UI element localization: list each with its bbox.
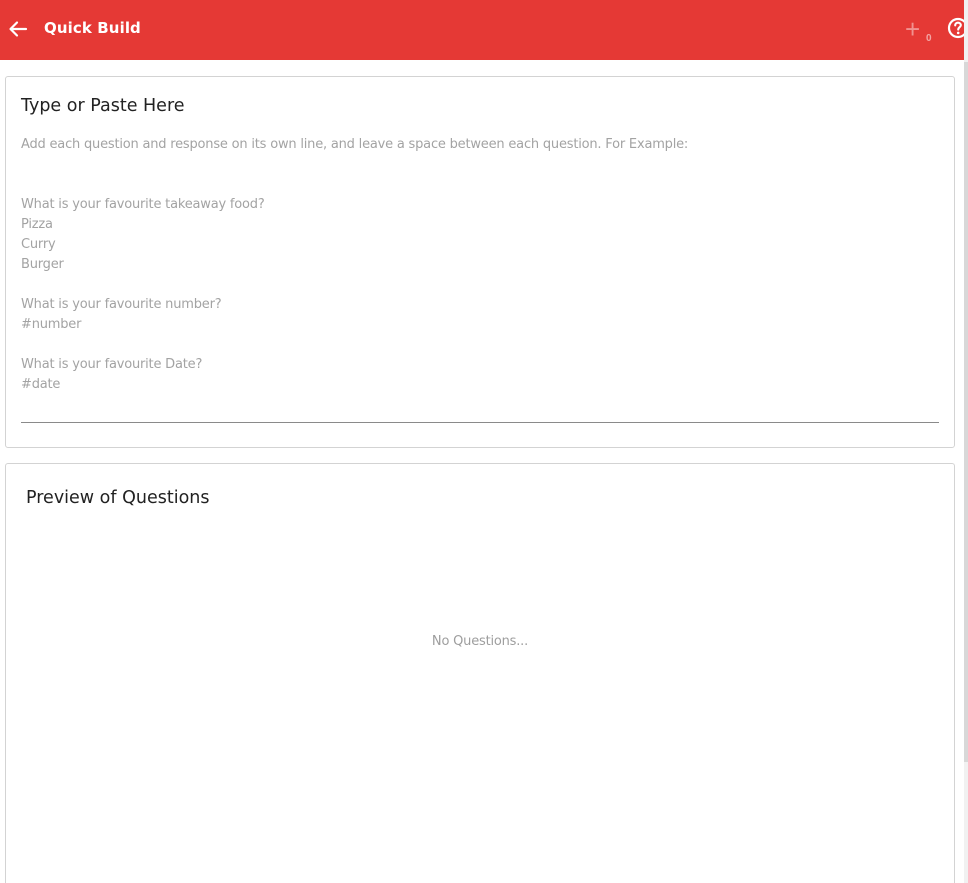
- questions-textarea[interactable]: What is your favourite takeaway food? Pi…: [21, 175, 265, 395]
- textarea-underline: [21, 422, 939, 423]
- example-line: Pizza: [21, 217, 53, 232]
- app-bar: Quick Build + 0: [0, 0, 968, 60]
- empty-state-message: No Questions...: [431, 634, 529, 649]
- example-line: What is your favourite takeaway food?: [21, 197, 265, 212]
- example-line: [21, 175, 265, 195]
- scrollbar-thumb[interactable]: [964, 62, 968, 762]
- example-line: [21, 275, 265, 295]
- plus-icon: +: [905, 14, 921, 44]
- page-title: Quick Build: [44, 19, 141, 37]
- preview-card: Preview of Questions No Questions...: [5, 463, 955, 883]
- example-line: What is your favourite Date?: [21, 357, 203, 372]
- type-or-paste-card: Type or Paste Here Add each question and…: [5, 76, 955, 448]
- quick-build-screen: Quick Build + 0 Type or Paste Here Add e…: [0, 0, 968, 883]
- example-line: Curry: [21, 237, 56, 252]
- preview-card-title: Preview of Questions: [26, 488, 210, 508]
- back-button[interactable]: [6, 15, 30, 43]
- example-line: What is your favourite number?: [21, 297, 222, 312]
- example-line: #date: [21, 377, 61, 392]
- arrow-left-icon: [9, 21, 28, 37]
- input-card-title: Type or Paste Here: [21, 96, 185, 116]
- example-line: Burger: [21, 257, 64, 272]
- add-count-badge: 0: [926, 33, 932, 44]
- add-questions-button[interactable]: + 0: [902, 14, 938, 48]
- input-instructions: Add each question and response on its ow…: [21, 137, 689, 152]
- example-line: [21, 335, 265, 355]
- example-line: #number: [21, 317, 82, 332]
